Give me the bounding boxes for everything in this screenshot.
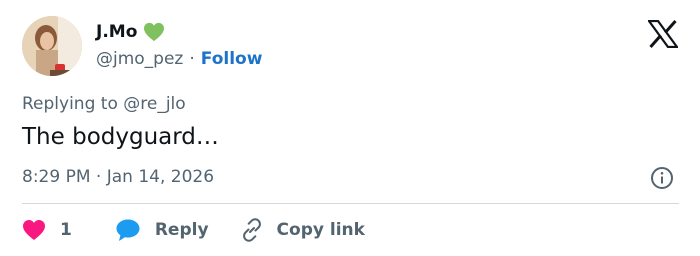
avatar[interactable] xyxy=(22,16,82,76)
author-handle-row: @jmo_pez · Follow xyxy=(96,49,262,69)
reply-context: Replying to @re_jlo xyxy=(22,94,186,114)
avatar-photo xyxy=(22,16,82,76)
x-logo-icon[interactable] xyxy=(648,20,678,48)
action-bar: 1 Reply Copy link xyxy=(22,216,365,244)
info-icon[interactable] xyxy=(650,166,674,190)
copy-link-button[interactable]: Copy link xyxy=(239,217,365,243)
author-name-row: J.Mo xyxy=(96,22,165,42)
divider xyxy=(22,203,679,204)
reply-label: Reply xyxy=(154,220,209,240)
link-icon xyxy=(242,218,261,242)
like-button[interactable]: 1 xyxy=(22,219,72,241)
tweet-timestamp[interactable]: 8:29 PM · Jan 14, 2026 xyxy=(22,167,214,187)
heart-icon xyxy=(23,220,45,240)
follow-button[interactable]: Follow xyxy=(201,49,263,69)
copy-link-label: Copy link xyxy=(276,220,365,240)
green-heart-icon xyxy=(143,22,165,42)
tweet-text: The bodyguard… xyxy=(22,124,219,150)
separator-dot: · xyxy=(189,49,195,69)
reply-button[interactable]: Reply xyxy=(115,218,209,242)
replying-prefix: Replying to xyxy=(22,94,118,114)
speech-bubble-icon xyxy=(116,219,140,241)
display-name[interactable]: J.Mo xyxy=(96,22,137,42)
like-count: 1 xyxy=(60,220,72,240)
handle[interactable]: @jmo_pez xyxy=(96,49,183,69)
reply-mention[interactable]: @re_jlo xyxy=(123,94,185,114)
